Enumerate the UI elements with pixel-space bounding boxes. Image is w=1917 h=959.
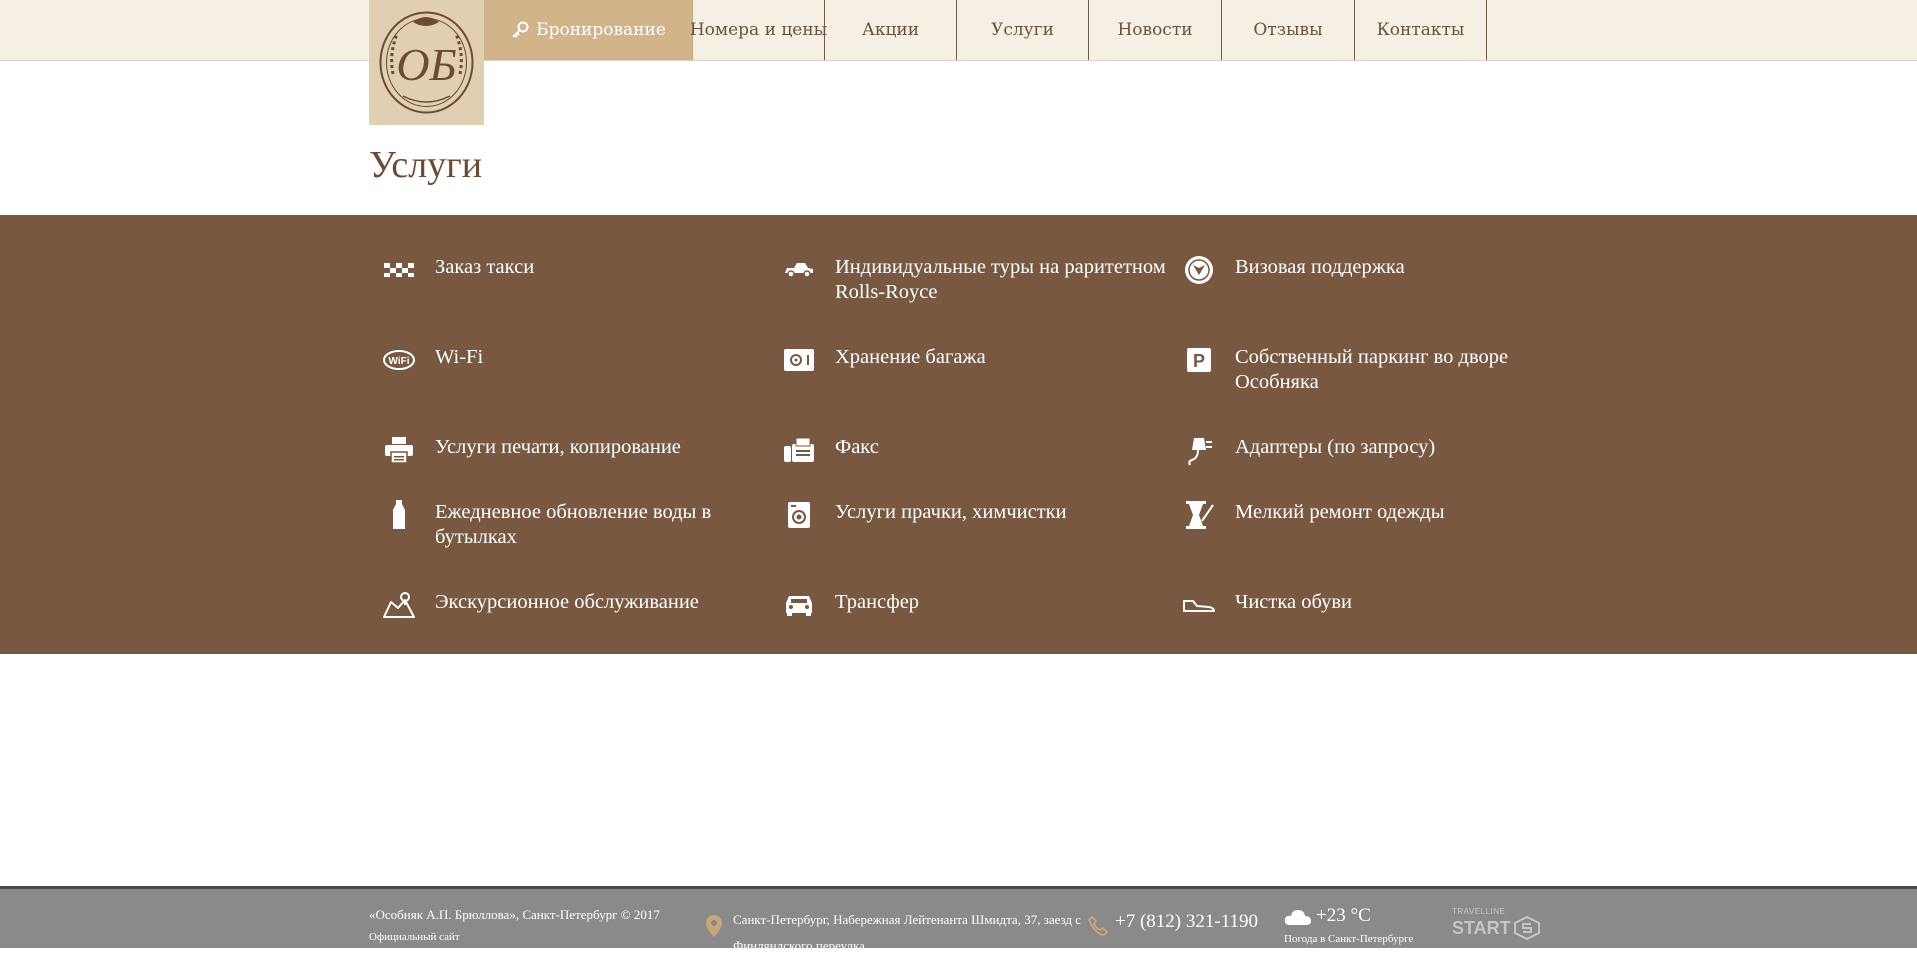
logo-emblem: ОБ	[379, 11, 474, 114]
footer: «Особняк А.П. Брюллова», Санкт-Петербург…	[0, 886, 1917, 953]
service-item: P Собственный паркинг во дворе Особняка	[1179, 345, 1579, 395]
phone-icon	[1088, 916, 1108, 936]
parking-icon: P	[1179, 345, 1219, 375]
nav-rooms-prices[interactable]: Номера и цены	[690, 0, 827, 60]
nav-booking[interactable]: Бронирование	[484, 0, 693, 60]
cloud-weather-icon	[1284, 910, 1311, 925]
service-item: Визовая поддержка	[1179, 255, 1579, 285]
footer-temperature: +23 °C	[1316, 905, 1371, 926]
service-label: Wi-Fi	[435, 346, 484, 368]
service-label: Услуги прачки, химчистки	[835, 501, 1067, 523]
main-nav: Бронирование Номера и цены Акции Услуги …	[484, 0, 1487, 60]
shoe-icon	[1179, 590, 1219, 620]
sewing-icon	[1179, 500, 1219, 530]
car-icon	[779, 590, 819, 620]
printer-icon	[379, 435, 419, 465]
svg-text:ОБ: ОБ	[396, 39, 456, 90]
service-item: Индивидуальные туры на раритетном Rolls-…	[779, 255, 1179, 305]
key-icon	[512, 21, 529, 38]
footer-copyright: «Особняк А.П. Брюллова», Санкт-Петербург…	[369, 907, 660, 922]
service-label: Индивидуальные туры на раритетном Rolls-…	[835, 256, 1166, 303]
service-label: Ежедневное обновление воды в бутылках	[435, 501, 712, 548]
svg-text:WiFi: WiFi	[388, 356, 409, 367]
safe-icon	[779, 345, 819, 375]
service-label: Собственный паркинг во дворе Особняка	[1235, 346, 1509, 393]
service-item: Услуги прачки, химчистки	[779, 500, 1179, 530]
page-title: Услуги	[369, 144, 483, 186]
service-item: WiFi Wi-Fi	[379, 345, 779, 375]
travelline-start-label: START	[1452, 917, 1511, 938]
wifi-icon: WiFi	[379, 345, 419, 375]
taxi-icon	[379, 255, 419, 285]
nav-booking-label: Бронирование	[536, 20, 666, 40]
visa-emblem-icon	[1179, 255, 1219, 285]
footer-official-site: Официальный сайт	[369, 931, 460, 943]
service-item: Трансфер	[779, 590, 1179, 620]
service-label: Экскурсионное обслуживание	[435, 591, 699, 613]
travelline-start-logo[interactable]: TRAVELLINE START	[1452, 907, 1540, 940]
nav-contacts[interactable]: Контакты	[1355, 0, 1487, 60]
nav-reviews[interactable]: Отзывы	[1222, 0, 1355, 60]
bottle-icon	[379, 500, 419, 530]
service-item: Адаптеры (по запросу)	[1179, 435, 1579, 466]
service-label: Хранение багажа	[835, 346, 986, 368]
nav-services[interactable]: Услуги	[957, 0, 1089, 60]
fax-icon	[779, 435, 819, 465]
footer-weather-label[interactable]: Погода в Санкт-Петербурге	[1284, 933, 1413, 945]
service-label: Заказ такси	[435, 256, 535, 278]
footer-phone[interactable]: +7 (812) 321-1190	[1115, 911, 1258, 933]
nav-promotions[interactable]: Акции	[825, 0, 957, 60]
service-item: Заказ такси	[379, 255, 779, 285]
map-icon	[379, 590, 419, 620]
nav-news[interactable]: Новости	[1089, 0, 1222, 60]
service-item: Чистка обуви	[1179, 590, 1579, 620]
service-label: Визовая поддержка	[1235, 256, 1405, 278]
service-item: Ежедневное обновление воды в бутылках	[379, 500, 779, 550]
washing-machine-icon	[779, 500, 819, 530]
plug-icon	[1179, 435, 1219, 466]
service-label: Адаптеры (по запросу)	[1235, 436, 1436, 458]
service-item: Хранение багажа	[779, 345, 1179, 375]
service-item: Мелкий ремонт одежды	[1179, 500, 1579, 530]
service-item: Услуги печати, копирование	[379, 435, 779, 465]
logo[interactable]: ОБ	[369, 0, 484, 125]
footer-address: Санкт-Петербург, Набережная Лейтенанта Ш…	[733, 912, 1082, 953]
travelline-s-icon	[1513, 916, 1540, 940]
travelline-label: TRAVELLINE	[1452, 907, 1506, 916]
service-label: Мелкий ремонт одежды	[1235, 501, 1445, 523]
service-label: Чистка обуви	[1235, 591, 1353, 613]
service-item: Экскурсионное обслуживание	[379, 590, 779, 620]
car-retro-icon	[779, 255, 819, 285]
service-item: Факс	[779, 435, 1179, 465]
location-pin-icon	[706, 915, 722, 937]
service-label: Факс	[835, 436, 879, 458]
svg-text:P: P	[1193, 351, 1205, 371]
service-label: Услуги печати, копирование	[435, 436, 681, 458]
service-label: Трансфер	[835, 591, 920, 613]
services-grid: Заказ такси Индивидуальные туры на рарит…	[0, 215, 1917, 654]
